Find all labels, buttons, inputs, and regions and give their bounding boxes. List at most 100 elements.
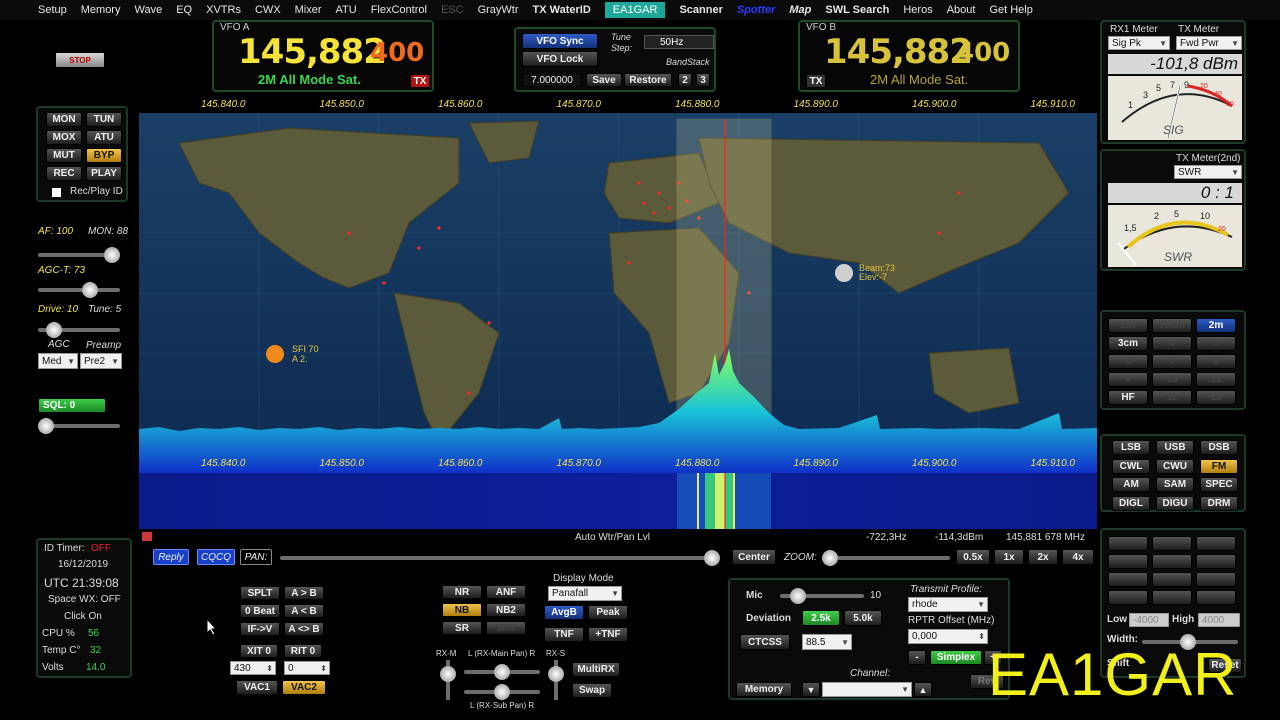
channel-select[interactable]: ▼ xyxy=(822,682,912,697)
channel-down-button[interactable]: ▼ xyxy=(802,682,820,697)
zoom-slider-knob[interactable] xyxy=(822,550,838,566)
nr-button[interactable]: NR xyxy=(442,585,482,599)
byp-button[interactable]: BYP xyxy=(86,148,122,163)
bandstack-3-button[interactable]: 3 xyxy=(696,73,710,87)
zoom-0-5x-button[interactable]: 0.5x xyxy=(956,549,990,565)
menu-item-get-help[interactable]: Get Help xyxy=(989,4,1032,16)
filter-low-input[interactable]: -4000 xyxy=(1129,613,1169,627)
mode-button-cwl[interactable]: CWL xyxy=(1112,458,1150,474)
rx-s-knob[interactable] xyxy=(548,666,564,682)
rit-button[interactable]: RIT 0 xyxy=(284,644,322,658)
preamp-select[interactable]: Pre2 ▼ xyxy=(80,353,122,369)
menu-item-graywtr[interactable]: GrayWtr xyxy=(478,4,519,16)
band-button-5[interactable]: 5 xyxy=(1196,336,1236,351)
menu-item-atu[interactable]: ATU xyxy=(336,4,357,16)
tune-step-select[interactable]: 50Hz xyxy=(644,35,714,49)
sql-slider[interactable] xyxy=(38,418,120,434)
menu-item-scanner[interactable]: Scanner xyxy=(679,4,722,16)
memory-button[interactable]: Memory xyxy=(736,682,792,697)
filter-preset-button[interactable] xyxy=(1108,536,1148,551)
mut-button[interactable]: MUT xyxy=(46,148,82,163)
menu-item-cwx[interactable]: CWX xyxy=(255,4,281,16)
menu-item-esc[interactable]: ESC xyxy=(441,4,464,16)
mox-button[interactable]: MOX xyxy=(46,130,82,145)
rx1-meter-select[interactable]: Sig Pk ▼ xyxy=(1108,36,1170,50)
waterfall-display[interactable] xyxy=(139,473,1097,529)
tx-meter2-select[interactable]: SWR ▼ xyxy=(1174,165,1242,179)
camera-icon[interactable] xyxy=(142,532,152,541)
peak-button[interactable]: Peak xyxy=(588,605,628,620)
tx-meter-select[interactable]: Fwd Pwr ▼ xyxy=(1176,36,1242,50)
tnf-button[interactable]: TNF xyxy=(544,627,584,642)
agc-select[interactable]: Med ▼ xyxy=(38,353,78,369)
auto-wtr-pan-label[interactable]: Auto Wtr/Pan Lvl xyxy=(575,532,650,543)
reply-button[interactable]: Reply xyxy=(153,549,189,565)
simplex-button[interactable]: Simplex xyxy=(930,650,982,665)
band-button-8[interactable]: 8 xyxy=(1196,354,1236,369)
filter-preset-button[interactable] xyxy=(1108,590,1148,605)
restore-button[interactable]: Restore xyxy=(624,73,672,87)
multirx-button[interactable]: MultiRX xyxy=(572,662,620,677)
tun-button[interactable]: TUN xyxy=(86,112,122,127)
band-button-7[interactable]: 7 xyxy=(1152,354,1192,369)
sql-button[interactable]: SQL: 0 xyxy=(38,398,106,413)
click-on-label[interactable]: Click On xyxy=(64,611,102,622)
vfo-a-freq[interactable]: 145,882 xyxy=(238,32,387,72)
world-map-panadapter[interactable]: SFI 70 A 2. Beam:73 Elev:-7 xyxy=(139,113,1097,473)
cqcq-button[interactable]: CQCQ xyxy=(197,549,235,565)
menu-item-tx-waterid[interactable]: TX WaterID xyxy=(533,4,591,16)
menu-item-mixer[interactable]: Mixer xyxy=(295,4,322,16)
af-slider-knob[interactable] xyxy=(104,247,120,263)
play-button[interactable]: PLAY xyxy=(86,166,122,181)
filter-preset-button[interactable] xyxy=(1152,590,1192,605)
mode-button-spec[interactable]: SPEC xyxy=(1200,477,1238,492)
filter-preset-button[interactable] xyxy=(1152,572,1192,587)
center-button[interactable]: Center xyxy=(732,549,776,565)
offset-minus-button[interactable]: - xyxy=(908,650,926,665)
mode-button-digu[interactable]: DIGU xyxy=(1156,495,1194,511)
vfo-b-freq-sub[interactable]: 400 xyxy=(956,38,1010,68)
panadapter-display[interactable]: 145.840.0 145.850.0 145.860.0 145.870.0 145.… xyxy=(139,97,1097,529)
vfo-a-tx-button[interactable]: TX xyxy=(410,74,430,88)
nb-button[interactable]: NB xyxy=(442,603,482,617)
band-button-hf[interactable]: HF xyxy=(1108,390,1148,405)
drive-slider-knob[interactable] xyxy=(46,322,62,338)
band-button-6[interactable]: 6 xyxy=(1108,354,1148,369)
filter-preset-button[interactable] xyxy=(1196,554,1236,569)
if-to-v-button[interactable]: IF->V xyxy=(240,622,280,636)
sql-slider-knob[interactable] xyxy=(38,418,54,434)
filter-preset-button[interactable] xyxy=(1152,536,1192,551)
menu-item-eq[interactable]: EQ xyxy=(176,4,192,16)
menu-item-xvtrs[interactable]: XVTRs xyxy=(206,4,241,16)
vfo-b-tx-button[interactable]: TX xyxy=(806,74,826,88)
rx-sub-pan-knob[interactable] xyxy=(494,684,510,700)
rx-m-knob[interactable] xyxy=(440,666,456,682)
vfo-a-freq-sub[interactable]: 400 xyxy=(370,38,424,68)
filter-preset-button[interactable] xyxy=(1152,554,1192,569)
vac2-button[interactable]: VAC2 xyxy=(282,680,326,695)
vac1-button[interactable]: VAC1 xyxy=(236,680,278,695)
channel-up-button[interactable]: ▲ xyxy=(914,682,932,697)
rx-m-volume-slider[interactable] xyxy=(440,660,456,700)
band-button-11[interactable]: 11 xyxy=(1196,372,1236,387)
mic-slider-knob[interactable] xyxy=(790,588,806,604)
menu-item-flexcontrol[interactable]: FlexControl xyxy=(371,4,427,16)
filter-preset-button[interactable] xyxy=(1196,572,1236,587)
menu-item-memory[interactable]: Memory xyxy=(81,4,121,16)
vfo-freq-display[interactable]: 7.000000 xyxy=(522,73,582,87)
display-mode-select[interactable]: Panafall ▼ xyxy=(548,586,622,601)
sr-button[interactable]: SR xyxy=(442,621,482,635)
mode-button-drm[interactable]: DRM xyxy=(1200,495,1238,511)
band-button-12[interactable]: 12 xyxy=(1152,390,1192,405)
zoom-2x-button[interactable]: 2x xyxy=(1028,549,1058,565)
rx-main-pan-slider[interactable] xyxy=(464,664,540,680)
rx-s-volume-slider[interactable] xyxy=(548,660,564,700)
band-button-70cm[interactable]: 70cm xyxy=(1152,318,1192,333)
band-button-4[interactable]: 4 xyxy=(1152,336,1192,351)
filter-preset-button[interactable] xyxy=(1108,554,1148,569)
ctcss-button[interactable]: CTCSS xyxy=(740,634,790,650)
mode-button-usb[interactable]: USB xyxy=(1156,440,1194,455)
transmit-profile-select[interactable]: rhode ▼ xyxy=(908,597,988,612)
a-swap-b-button[interactable]: A <> B xyxy=(284,622,324,636)
pan-slider[interactable] xyxy=(280,550,720,566)
